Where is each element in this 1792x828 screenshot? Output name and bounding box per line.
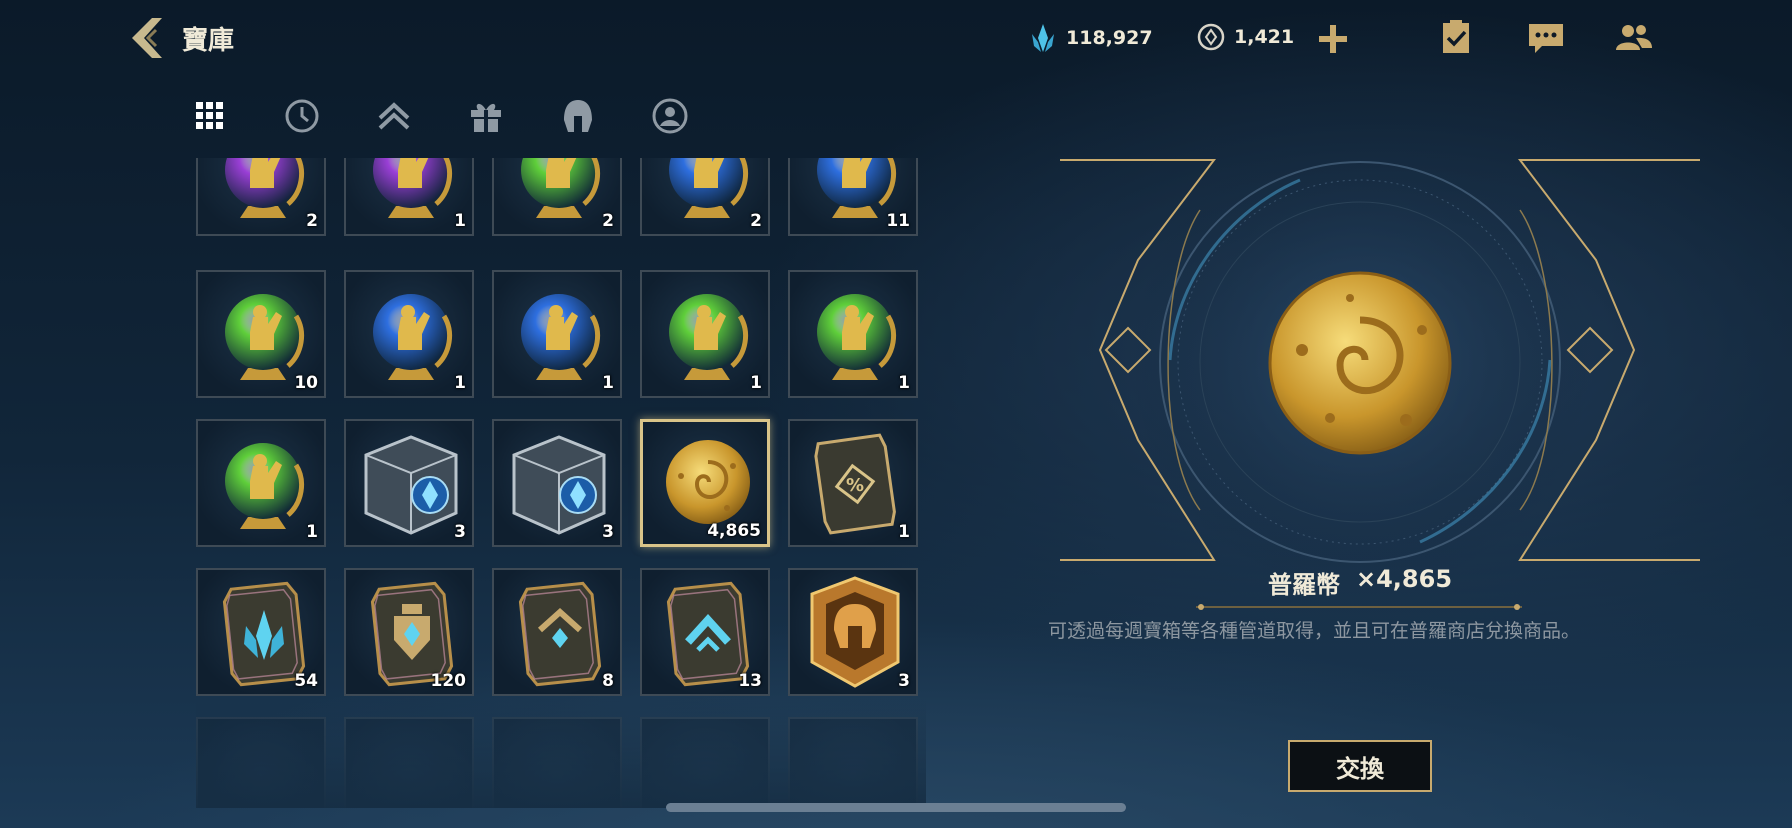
blue-essence-currency: 118,927 xyxy=(1028,22,1153,54)
exchange-button[interactable]: 交換 xyxy=(1288,740,1432,792)
inventory-slot-empty[interactable] xyxy=(492,717,622,808)
plus-icon xyxy=(1319,25,1347,53)
item-count: 54 xyxy=(294,671,318,691)
item-count: 1 xyxy=(454,211,466,231)
inventory-slot-empty[interactable] xyxy=(640,717,770,808)
back-button[interactable] xyxy=(126,14,172,62)
item-count: 3 xyxy=(898,671,910,691)
inventory-slot[interactable]: 3 xyxy=(492,419,622,547)
inventory-slot[interactable]: 11 xyxy=(788,158,918,236)
blue-essence-amount: 118,927 xyxy=(1066,27,1153,49)
item-count: 1 xyxy=(898,522,910,542)
grid-icon xyxy=(196,102,223,129)
top-bar: 寶庫 118,927 1,421 xyxy=(0,0,1792,80)
inventory-slot[interactable]: 3 xyxy=(788,568,918,696)
inventory-slot-empty[interactable] xyxy=(344,717,474,808)
item-count: 4,865 xyxy=(707,521,761,541)
item-count: 1 xyxy=(750,373,762,393)
item-detail-frame xyxy=(1060,150,1700,570)
missions-button[interactable] xyxy=(1436,18,1476,58)
rank-chevron-icon xyxy=(378,102,410,130)
inventory-slot-empty[interactable] xyxy=(788,717,918,808)
inventory-grid[interactable]: 2 1 2 2 11 10 1 1 1 1 1 3 3 4,865% 1 54 120 8 13 3 xyxy=(196,158,926,808)
item-name: 普羅幣 xyxy=(1268,571,1340,599)
svg-text:%: % xyxy=(846,475,864,496)
title-underline xyxy=(1196,604,1522,610)
item-description: 可透過每週寶箱等各種管道取得，並且可在普羅商店兌換商品。 xyxy=(1048,620,1581,642)
gift-icon xyxy=(471,103,501,132)
profile-icon xyxy=(652,98,688,134)
chat-button[interactable] xyxy=(1526,18,1566,58)
tab-champions[interactable] xyxy=(558,96,598,136)
inventory-slot[interactable]: 1 xyxy=(788,270,918,398)
add-currency-button[interactable] xyxy=(1316,22,1350,56)
item-count: 10 xyxy=(294,373,318,393)
item-count: 1 xyxy=(306,522,318,542)
home-indicator xyxy=(666,803,1126,812)
category-tabs xyxy=(190,96,710,138)
orange-currency: 1,421 xyxy=(1196,22,1294,52)
item-count: 13 xyxy=(738,671,762,691)
inventory-slot[interactable]: 2 xyxy=(492,158,622,236)
chat-bubble-icon xyxy=(1529,24,1563,53)
inventory-slot[interactable]: 1 xyxy=(196,419,326,547)
item-count: 2 xyxy=(602,211,614,231)
inventory-slot-selected[interactable]: 4,865 xyxy=(640,419,770,547)
item-count: 3 xyxy=(454,522,466,542)
tab-time-limited[interactable] xyxy=(282,96,322,136)
coin-icon xyxy=(1268,271,1452,455)
page-title: 寶庫 xyxy=(182,26,235,56)
inventory-slot[interactable]: 1 xyxy=(640,270,770,398)
inventory-slot-empty[interactable] xyxy=(196,717,326,808)
item-count: 11 xyxy=(886,211,910,231)
inventory-slot[interactable]: 10 xyxy=(196,270,326,398)
inventory-slot[interactable]: 54 xyxy=(196,568,326,696)
inventory-slot[interactable]: 3 xyxy=(344,419,474,547)
inventory-slot[interactable]: 2 xyxy=(640,158,770,236)
inventory-slot[interactable]: % 1 xyxy=(788,419,918,547)
blue-essence-icon xyxy=(1032,24,1054,52)
inventory-slot[interactable]: 13 xyxy=(640,568,770,696)
item-count: 2 xyxy=(750,211,762,231)
item-count: 8 xyxy=(602,671,614,691)
inventory-slot[interactable]: 1 xyxy=(492,270,622,398)
item-quantity: ×4,865 xyxy=(1356,565,1453,593)
inventory-slot[interactable]: 1 xyxy=(344,158,474,236)
item-count: 1 xyxy=(454,373,466,393)
tab-gifts[interactable] xyxy=(466,96,506,136)
chevron-left-icon xyxy=(132,18,162,58)
tab-all[interactable] xyxy=(190,96,230,136)
item-count: 2 xyxy=(306,211,318,231)
inventory-slot[interactable]: 120 xyxy=(344,568,474,696)
tab-profile[interactable] xyxy=(650,96,690,136)
currency-coin-icon xyxy=(1197,23,1225,51)
friends-icon xyxy=(1616,25,1652,50)
orange-currency-amount: 1,421 xyxy=(1234,26,1295,48)
item-count: 120 xyxy=(430,671,467,691)
friends-button[interactable] xyxy=(1614,18,1654,58)
inventory-slot[interactable]: 2 xyxy=(196,158,326,236)
inventory-slot[interactable]: 8 xyxy=(492,568,622,696)
item-count: 1 xyxy=(898,373,910,393)
tab-rank[interactable] xyxy=(374,96,414,136)
inventory-slot[interactable]: 1 xyxy=(344,270,474,398)
helmet-icon xyxy=(564,100,592,132)
clipboard-check-icon xyxy=(1443,20,1469,53)
clock-icon xyxy=(285,99,319,133)
item-count: 3 xyxy=(602,522,614,542)
item-count: 1 xyxy=(602,373,614,393)
